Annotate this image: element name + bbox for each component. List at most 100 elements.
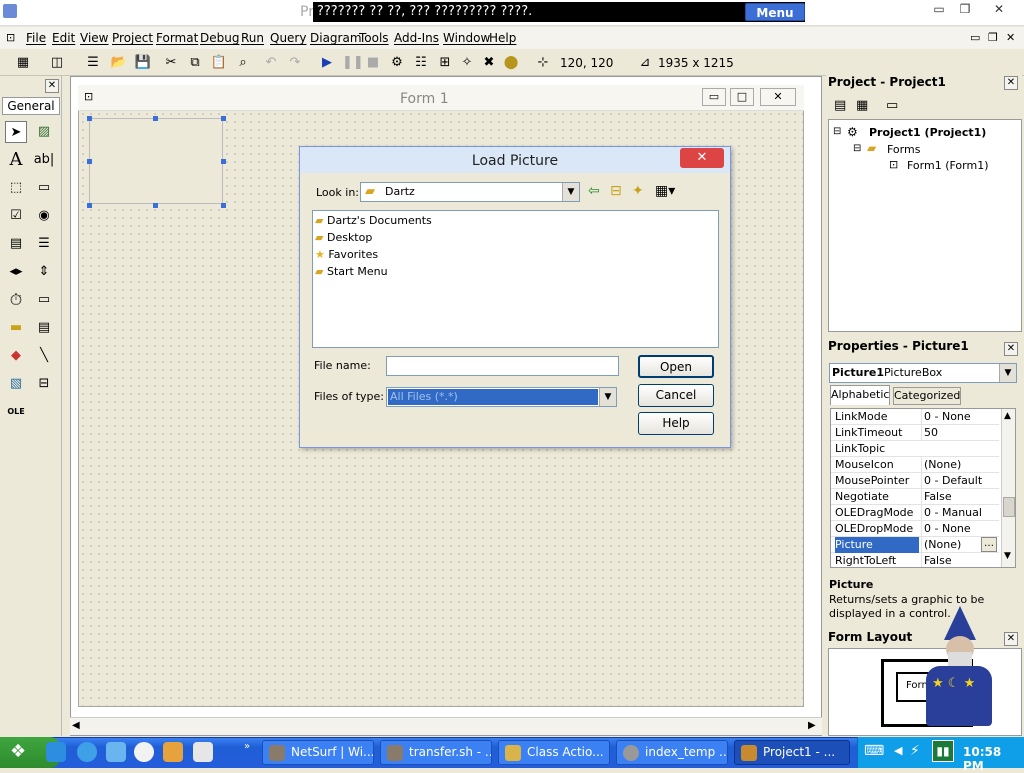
list-item[interactable]: ▰ Dartz's Documents xyxy=(315,213,432,229)
scroll-right-icon[interactable]: ▶ xyxy=(808,720,816,731)
tray-app-icon[interactable]: ▮▮ xyxy=(932,740,954,762)
back-icon[interactable]: ⇦ xyxy=(588,183,600,199)
quicklaunch-ie-icon[interactable] xyxy=(77,742,97,762)
resize-handle[interactable] xyxy=(153,116,158,121)
hscrollbar-icon[interactable]: ◂▸ xyxy=(5,261,27,283)
view-object-icon[interactable]: ▦ xyxy=(856,98,868,113)
resize-handle[interactable] xyxy=(87,116,92,121)
data-view-icon[interactable]: ⬤ xyxy=(502,54,520,72)
table-row[interactable]: MouseIcon (None) xyxy=(831,457,999,473)
tray-expand-icon[interactable]: ◀ xyxy=(894,744,902,757)
add-form-icon[interactable]: ◫ xyxy=(48,54,66,72)
cut-icon[interactable]: ✂ xyxy=(162,54,180,72)
form-layout-close-button[interactable]: ✕ xyxy=(1004,632,1018,646)
toolbox-tab-general[interactable]: General xyxy=(2,97,60,115)
combobox-icon[interactable]: ▤ xyxy=(5,233,27,255)
line-icon[interactable]: ╲ xyxy=(33,345,55,367)
list-item[interactable]: ★ Favorites xyxy=(315,247,378,263)
resize-handle[interactable] xyxy=(87,159,92,164)
listbox-icon[interactable]: ☰ xyxy=(33,233,55,255)
property-value[interactable]: 0 - None xyxy=(921,521,999,537)
resize-handle[interactable] xyxy=(221,159,226,164)
textbox-icon[interactable]: ab| xyxy=(33,149,55,171)
mdi-restore-icon[interactable]: ❐ xyxy=(988,31,998,44)
form1-close-button[interactable]: ✕ xyxy=(760,88,796,106)
minimize-button[interactable]: ▭ xyxy=(926,1,952,18)
scroll-up-icon[interactable]: ▲ xyxy=(1004,411,1011,421)
property-value[interactable]: (None) xyxy=(921,457,999,473)
taskbar-button-index-temp[interactable]: index_temp ... xyxy=(616,740,728,765)
shape-icon[interactable]: ◆ xyxy=(5,345,27,367)
menu-file[interactable]: File xyxy=(26,31,46,45)
filelistbox-icon[interactable]: ▤ xyxy=(33,317,55,339)
files-of-type-combo[interactable]: All Files (*.*) ▼ xyxy=(386,387,617,407)
tree-leaf[interactable]: Form1 (Form1) xyxy=(907,159,989,172)
quicklaunch-explorer-icon[interactable] xyxy=(46,742,66,762)
open-button[interactable]: Open xyxy=(638,355,714,378)
menu-edit[interactable]: Edit xyxy=(52,31,75,45)
close-button[interactable]: ✕ xyxy=(986,1,1012,18)
chevron-down-icon[interactable]: ▼ xyxy=(599,388,616,406)
project-tree[interactable]: ⊟ ⚙ Project1 (Project1) ⊟ ▰ Forms ⊡ Form… xyxy=(828,119,1022,332)
menu-project[interactable]: Project xyxy=(112,31,153,45)
find-icon[interactable]: ⌕ xyxy=(234,54,252,72)
look-in-combo[interactable]: ▰ Dartz ▼ xyxy=(360,182,580,202)
copy-icon[interactable]: ⧉ xyxy=(186,54,204,72)
keyboard-icon[interactable]: ⌨ xyxy=(864,743,884,759)
property-value[interactable]: 0 - Manual xyxy=(921,505,999,521)
menu-addins[interactable]: Add-Ins xyxy=(394,31,439,45)
file-name-input[interactable] xyxy=(386,356,619,376)
ole-icon[interactable]: OLE xyxy=(5,401,27,423)
start-icon[interactable]: ▶ xyxy=(318,54,336,72)
collapse-icon[interactable]: ⊟ xyxy=(833,126,841,137)
menu-view[interactable]: View xyxy=(80,31,108,45)
property-value[interactable]: 50 xyxy=(921,425,999,441)
menu-query[interactable]: Query xyxy=(270,31,306,45)
save-icon[interactable]: 💾 xyxy=(134,54,152,72)
horizontal-scrollbar[interactable]: ◀ ▶ xyxy=(70,717,822,735)
view-code-icon[interactable]: ▤ xyxy=(834,98,846,113)
tree-root[interactable]: Project1 (Project1) xyxy=(869,126,986,139)
menu-tools[interactable]: Tools xyxy=(359,31,389,45)
property-value[interactable]: 0 - None xyxy=(921,409,999,425)
table-row[interactable]: OLEDropMode 0 - None xyxy=(831,521,999,537)
quicklaunch-chevron-icon[interactable]: » xyxy=(244,741,250,752)
view-menu-icon[interactable]: ▦▾ xyxy=(655,183,675,199)
picturebox-icon[interactable]: ▨ xyxy=(33,121,55,143)
mdi-close-icon[interactable]: ✕ xyxy=(1006,31,1015,44)
resize-handle[interactable] xyxy=(153,203,158,208)
resize-handle[interactable] xyxy=(87,203,92,208)
undo-icon[interactable]: ↶ xyxy=(262,54,280,72)
pause-icon[interactable]: ❚❚ xyxy=(342,54,364,72)
scroll-thumb[interactable] xyxy=(1003,497,1015,517)
add-project-icon[interactable]: ▦ xyxy=(14,54,32,72)
clock[interactable]: 10:58 PM xyxy=(963,745,1024,773)
toolbox-icon[interactable]: ✖ xyxy=(480,54,498,72)
table-row[interactable]: RightToLeft False xyxy=(831,553,999,567)
data-icon[interactable]: ⊟ xyxy=(33,373,55,395)
app-icon[interactable] xyxy=(3,4,17,18)
menu-debug[interactable]: Debug xyxy=(200,31,239,45)
maximize-button[interactable]: ❐ xyxy=(952,1,978,18)
stop-icon[interactable]: ■ xyxy=(364,54,382,72)
drivelistbox-icon[interactable]: ▭ xyxy=(33,289,55,311)
form-layout-icon[interactable]: ⊞ xyxy=(436,54,454,72)
tab-alphabetic[interactable]: Alphabetic xyxy=(830,385,890,405)
chevron-down-icon[interactable]: ▼ xyxy=(562,183,579,201)
menu-format[interactable]: Format xyxy=(156,31,198,45)
object-browser-icon[interactable]: ✧ xyxy=(458,54,476,72)
quicklaunch-paint-icon[interactable] xyxy=(163,742,183,762)
menu-help[interactable]: Help xyxy=(489,31,516,45)
toggle-folders-icon[interactable]: ▭ xyxy=(886,98,898,113)
checkbox-icon[interactable]: ☑ xyxy=(5,205,27,227)
ellipsis-button[interactable]: … xyxy=(981,537,997,552)
frame-icon[interactable]: ⬚ xyxy=(5,177,27,199)
collapse-icon[interactable]: ⊟ xyxy=(853,143,861,154)
taskbar-button-transfer[interactable]: transfer.sh - ... xyxy=(380,740,492,765)
form1-minimize-button[interactable]: ▭ xyxy=(702,88,726,106)
form1-maximize-button[interactable]: □ xyxy=(730,88,754,106)
picture1-control[interactable] xyxy=(89,118,223,204)
timer-icon[interactable]: ⏱ xyxy=(5,289,27,311)
taskbar-button-class-action[interactable]: Class Actio... xyxy=(498,740,610,765)
quicklaunch-tool-icon[interactable] xyxy=(193,742,213,762)
